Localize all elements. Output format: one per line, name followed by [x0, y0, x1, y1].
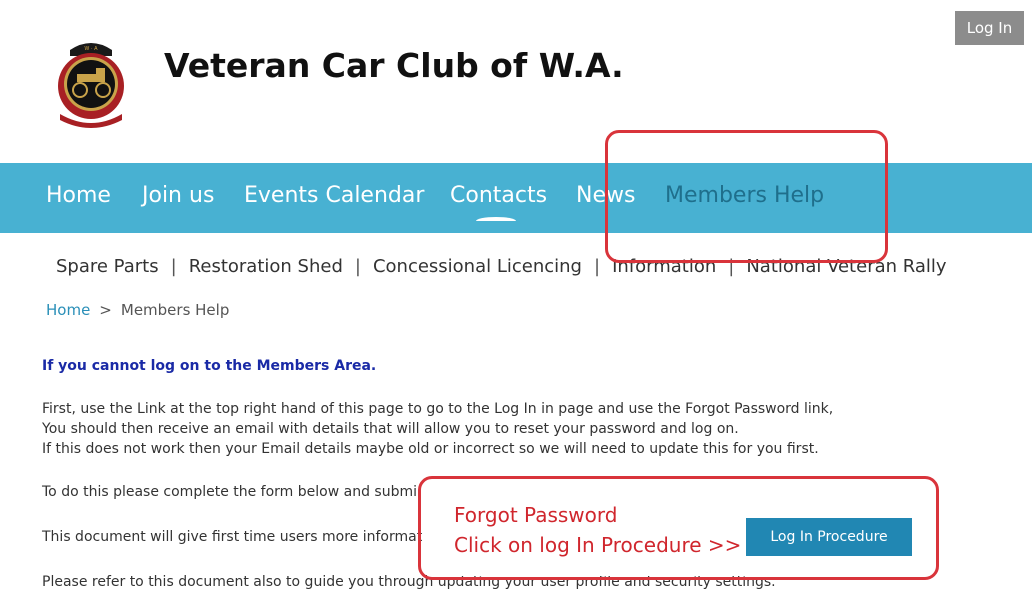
svg-text:W · A: W · A	[84, 46, 98, 52]
section-heading: If you cannot log on to the Members Area…	[42, 358, 377, 374]
nav-join-us[interactable]: Join us	[142, 183, 214, 208]
breadcrumb-separator: >	[99, 301, 112, 319]
nav-contacts[interactable]: Contacts	[450, 183, 547, 208]
active-indicator	[476, 217, 516, 221]
subnav-restoration-shed[interactable]: Restoration Shed	[189, 256, 343, 277]
annotation-line-1: Forgot Password	[454, 503, 618, 527]
instruction-line: If this does not work then your Email de…	[42, 441, 819, 457]
subnav-separator: |	[354, 256, 361, 277]
nav-events-calendar[interactable]: Events Calendar	[244, 183, 424, 208]
subnav-separator: |	[170, 256, 177, 277]
annotation-text: Forgot Password Click on log In Procedur…	[454, 500, 741, 560]
members-help-highlight	[605, 130, 888, 263]
car-emblem-icon: W · A	[58, 43, 124, 128]
instruction-line: You should then receive an email with de…	[42, 421, 739, 437]
document-info: This document will give first time users…	[42, 529, 423, 545]
form-instruction: To do this please complete the form belo…	[42, 484, 417, 500]
subnav-separator: |	[593, 256, 601, 277]
site-title: Veteran Car Club of W.A.	[164, 46, 624, 85]
subnav-spare-parts[interactable]: Spare Parts	[56, 256, 159, 277]
instruction-line: First, use the Link at the top right han…	[42, 401, 834, 417]
breadcrumb: Home > Members Help	[46, 301, 229, 319]
login-procedure-button[interactable]: Log In Procedure	[746, 518, 912, 556]
subnav-concessional-licencing[interactable]: Concessional Licencing	[373, 256, 582, 277]
breadcrumb-home[interactable]: Home	[46, 301, 90, 319]
instructions-paragraph: First, use the Link at the top right han…	[42, 399, 833, 459]
nav-home[interactable]: Home	[46, 183, 111, 208]
login-button[interactable]: Log In	[955, 11, 1024, 45]
annotation-line-2: Click on log In Procedure >>	[454, 533, 742, 557]
breadcrumb-current: Members Help	[120, 301, 230, 319]
club-logo[interactable]: W · A	[50, 36, 132, 132]
